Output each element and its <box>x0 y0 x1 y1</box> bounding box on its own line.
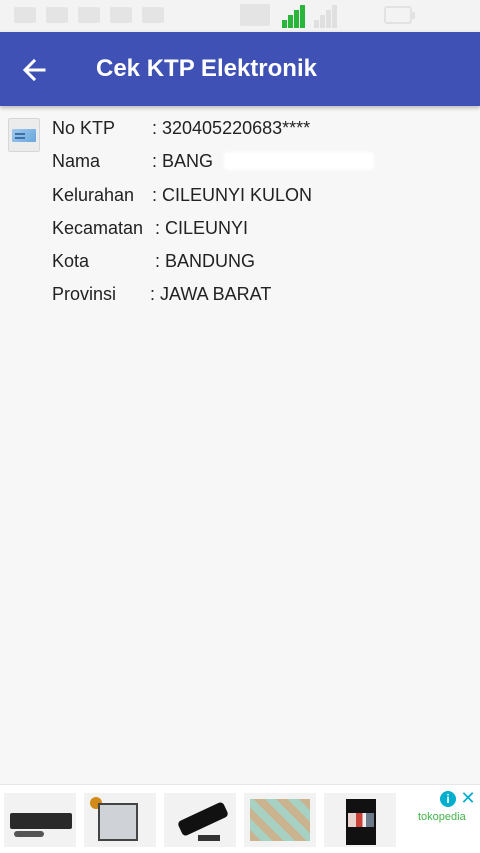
id-card-icon <box>8 118 40 152</box>
field-value: : JAWA BARAT <box>150 284 272 304</box>
ad-close-icon[interactable]: ✕ <box>460 789 476 807</box>
ad-product-flashlight[interactable] <box>164 793 236 847</box>
field-label: Provinsi <box>52 284 117 304</box>
status-bar <box>0 0 480 32</box>
page-title: Cek KTP Elektronik <box>96 55 317 82</box>
field-label: No KTP <box>52 118 116 138</box>
app-bar: Cek KTP Elektronik <box>0 32 480 106</box>
field-label: Kelurahan <box>52 185 135 205</box>
wifi-icon <box>240 4 270 26</box>
ad-info-icon[interactable]: i <box>440 791 456 807</box>
ad-brand-label[interactable]: tokopedia <box>418 811 466 823</box>
ad-banner[interactable]: i ✕ tokopedia <box>0 784 480 853</box>
ad-product-fabric[interactable] <box>324 793 396 847</box>
ad-product-frame[interactable] <box>84 793 156 847</box>
ad-product-dvd-player[interactable] <box>4 793 76 847</box>
notification-icon <box>14 7 36 23</box>
app-notification-icon <box>46 7 68 23</box>
signal-sim1-icon <box>282 4 306 28</box>
field-value: : CILEUNYI KULON <box>152 185 313 205</box>
message-icon <box>78 7 100 23</box>
field-label: Nama <box>52 151 101 171</box>
battery-icon <box>384 6 415 24</box>
field-value: : 320405220683**** <box>152 118 311 138</box>
field-value: : BANDUNG <box>155 251 256 271</box>
ad-product-food[interactable] <box>244 793 316 847</box>
image-icon <box>142 7 164 23</box>
field-label: Kecamatan <box>52 218 144 238</box>
field-value: : BANG <box>152 151 214 171</box>
field-value: : CILEUNYI <box>155 218 249 238</box>
field-label: Kota <box>52 251 90 271</box>
mail-icon <box>110 7 132 23</box>
redaction-mask <box>224 152 374 170</box>
arrow-left-icon <box>22 58 46 82</box>
back-button[interactable] <box>16 50 56 90</box>
ktp-result: No KTP : 320405220683**** Nama : BANG Ke… <box>0 106 480 784</box>
signal-sim2-icon <box>314 4 338 28</box>
